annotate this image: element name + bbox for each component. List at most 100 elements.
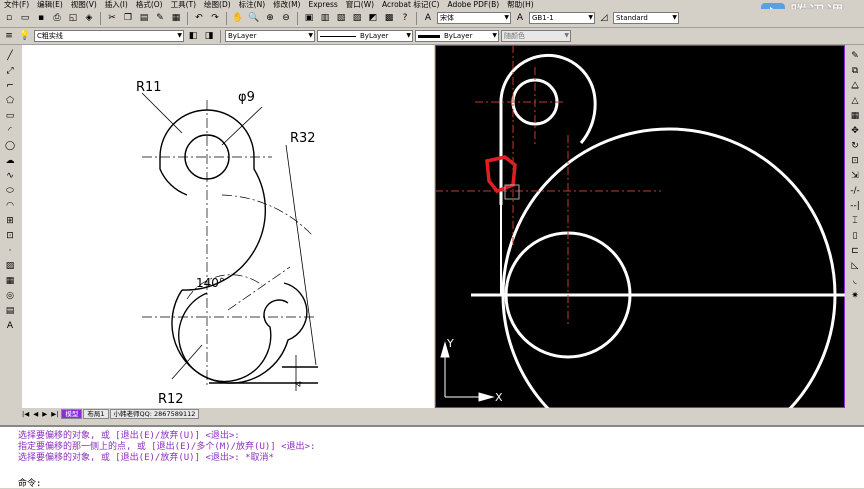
zoom-previous-icon[interactable]: ⊖ — [279, 11, 293, 25]
zoom-realtime-icon[interactable]: 🔍 — [247, 11, 261, 25]
help-icon[interactable]: ? — [398, 11, 412, 25]
plot-preview-icon[interactable]: ◱ — [66, 11, 80, 25]
save-icon[interactable]: ▪ — [34, 11, 48, 25]
dim-style-icon[interactable]: ◿ — [597, 11, 611, 25]
command-prompt[interactable]: 命令: — [18, 476, 41, 489]
rectangle-icon[interactable]: ▭ — [3, 109, 18, 123]
mtext-icon[interactable]: A — [3, 319, 18, 333]
move-icon[interactable]: ✥ — [848, 124, 863, 138]
linetype-combo[interactable]: ByLayer ▼ — [317, 30, 413, 42]
layer-combo[interactable]: C粗实线 ▼ — [34, 30, 184, 42]
tab-prev-icon[interactable]: ◀ — [31, 410, 40, 418]
break-at-point-icon[interactable]: ⌶ — [848, 214, 863, 228]
chevron-down-icon: ▼ — [564, 32, 569, 39]
tab-last-icon[interactable]: ▶| — [49, 410, 60, 418]
gradient-icon[interactable]: ▦ — [3, 274, 18, 288]
dim-style-value: Standard — [616, 14, 648, 22]
polyline-icon[interactable]: ⌐ — [3, 79, 18, 93]
mirror-icon[interactable]: ⧋ — [848, 79, 863, 93]
tab-next-icon[interactable]: ▶ — [40, 410, 49, 418]
reference-drawing: R11 φ9 R32 140° R12 4 — [22, 45, 434, 408]
publish-icon[interactable]: ◈ — [82, 11, 96, 25]
text-style-manager-icon[interactable]: A — [513, 11, 527, 25]
layer-manager-icon[interactable]: ≡ — [2, 29, 16, 43]
font-value: 宋体 — [440, 14, 454, 22]
tab-model[interactable]: 模型 — [61, 408, 83, 419]
command-window[interactable]: 选择要偏移的对象, 或 [退出(E)/放弃(U)] <退出>: 指定要偏移的那一… — [0, 425, 864, 489]
block-editor-icon[interactable]: ▦ — [169, 11, 183, 25]
tab-layout1[interactable]: 布局1 — [83, 408, 109, 419]
lineweight-combo[interactable]: ByLayer ▼ — [415, 30, 499, 42]
print-icon[interactable]: ⎙ — [50, 11, 64, 25]
explode-icon[interactable]: ✷ — [848, 289, 863, 303]
line-icon[interactable]: ╱ — [3, 49, 18, 63]
circle-icon[interactable]: ◯ — [3, 139, 18, 153]
open-file-icon[interactable]: ▭ — [18, 11, 32, 25]
revcloud-icon[interactable]: ☁ — [3, 154, 18, 168]
tab-qq[interactable]: 小韩老师QQ: 2867589112 — [109, 408, 200, 419]
command-history-line: 选择要偏移的对象, 或 [退出(E)/放弃(U)] <退出>: *取消* — [18, 453, 274, 463]
region-icon[interactable]: ◎ — [3, 289, 18, 303]
cut-icon[interactable]: ✂ — [105, 11, 119, 25]
markup-icon[interactable]: ◩ — [366, 11, 380, 25]
hatch-icon[interactable]: ▨ — [3, 259, 18, 273]
copy-object-icon[interactable]: ⧉ — [848, 64, 863, 78]
new-file-icon[interactable]: ▫ — [2, 11, 16, 25]
insert-block-icon[interactable]: ⊞ — [3, 214, 18, 228]
properties-icon[interactable]: ▣ — [302, 11, 316, 25]
spline-icon[interactable]: ∿ — [3, 169, 18, 183]
separator — [416, 11, 417, 25]
chevron-down-icon: ▼ — [504, 14, 509, 21]
chevron-down-icon: ▼ — [406, 32, 411, 39]
arc-icon[interactable]: ◜ — [3, 124, 18, 138]
break-icon[interactable]: ▯ — [848, 229, 863, 243]
text-style-icon[interactable]: A — [421, 11, 435, 25]
pan-icon[interactable]: ✋ — [231, 11, 245, 25]
chamfer-icon[interactable]: ◺ — [848, 259, 863, 273]
separator — [187, 11, 188, 25]
table-icon[interactable]: ▤ — [3, 304, 18, 318]
fillet-icon[interactable]: ◟ — [848, 274, 863, 288]
construction-line-icon[interactable]: ⤢ — [3, 64, 18, 78]
sheet-set-icon[interactable]: ▨ — [350, 11, 364, 25]
extend-icon[interactable]: --| — [848, 199, 863, 213]
zoom-window-icon[interactable]: ⊕ — [263, 11, 277, 25]
color-combo[interactable]: ByLayer ▼ — [225, 30, 315, 42]
paste-icon[interactable]: ▤ — [137, 11, 151, 25]
scale-icon[interactable]: ⊡ — [848, 154, 863, 168]
make-current-layer-icon[interactable]: ◧ — [186, 29, 200, 43]
linetype-value: ByLayer — [360, 32, 389, 40]
trim-icon[interactable]: -/- — [848, 184, 863, 198]
point-icon[interactable]: · — [3, 244, 18, 258]
font-combo[interactable]: 宋体 ▼ — [437, 12, 511, 24]
make-block-icon[interactable]: ⊡ — [3, 229, 18, 243]
dim-style-combo[interactable]: Standard ▼ — [613, 12, 679, 24]
tool-palettes-icon[interactable]: ▧ — [334, 11, 348, 25]
label-r12: R12 — [158, 392, 184, 407]
ellipse-arc-icon[interactable]: ◠ — [3, 199, 18, 213]
join-icon[interactable]: ⊏ — [848, 244, 863, 258]
array-icon[interactable]: ▦ — [848, 109, 863, 123]
command-history-line: 指定要偏移的那一侧上的点, 或 [退出(E)/多个(M)/放弃(U)] <退出>… — [18, 442, 316, 452]
ucs-x-label: X — [495, 391, 503, 404]
layer-previous-icon[interactable]: ◨ — [202, 29, 216, 43]
redo-icon[interactable]: ↷ — [208, 11, 222, 25]
model-canvas[interactable]: Y X — [435, 45, 845, 408]
design-center-icon[interactable]: ▥ — [318, 11, 332, 25]
tab-first-icon[interactable]: |◀ — [20, 410, 31, 418]
ellipse-icon[interactable]: ⬭ — [3, 184, 18, 198]
copy-icon[interactable]: ❐ — [121, 11, 135, 25]
separator — [226, 11, 227, 25]
calculator-icon[interactable]: ▩ — [382, 11, 396, 25]
chevron-down-icon: ▼ — [492, 32, 497, 39]
menu-adobe-pdf[interactable]: Adobe PDF(B) — [443, 0, 503, 9]
menu-express[interactable]: Express — [304, 0, 341, 9]
undo-icon[interactable]: ↶ — [192, 11, 206, 25]
rotate-icon[interactable]: ↻ — [848, 139, 863, 153]
match-properties-icon[interactable]: ✎ — [153, 11, 167, 25]
erase-icon[interactable]: ✎ — [848, 49, 863, 63]
polygon-icon[interactable]: ⬠ — [3, 94, 18, 108]
offset-icon[interactable]: △ — [848, 94, 863, 108]
stretch-icon[interactable]: ⇲ — [848, 169, 863, 183]
text-style-combo[interactable]: GB1-1 ▼ — [529, 12, 595, 24]
